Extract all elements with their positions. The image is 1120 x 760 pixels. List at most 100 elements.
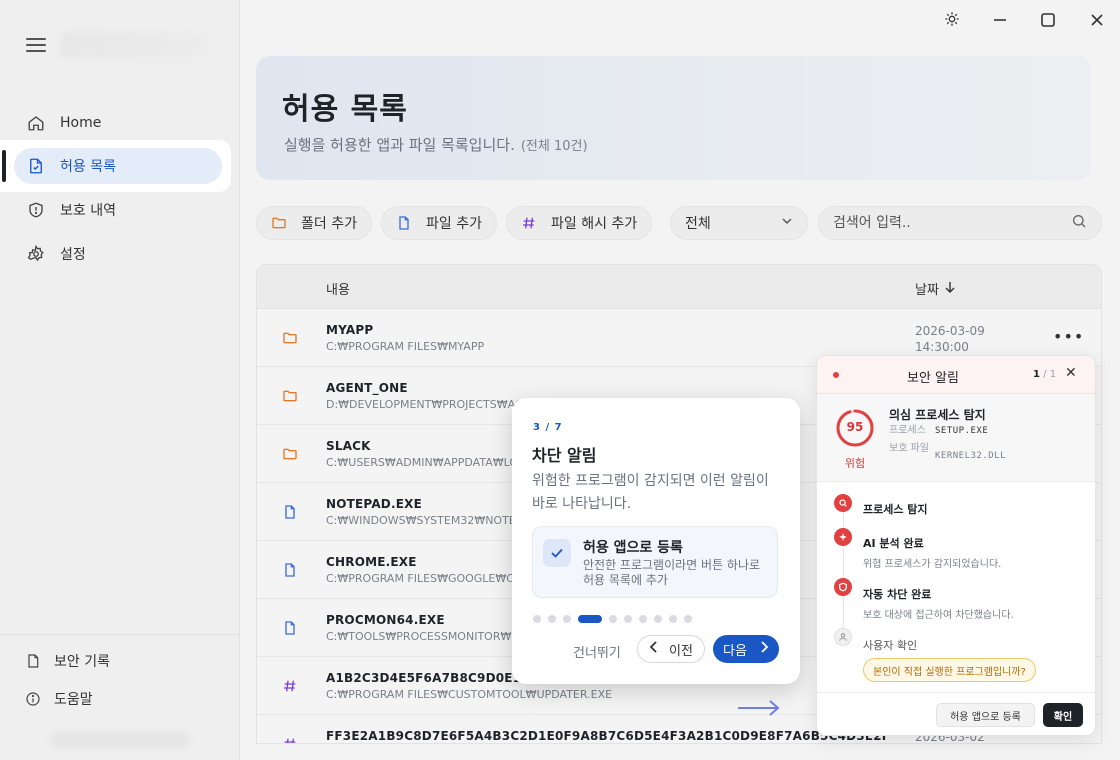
step-dot[interactable] (563, 615, 571, 623)
step-dot[interactable] (639, 615, 647, 623)
sidebar-item-home[interactable]: Home (14, 105, 222, 141)
hash-icon (521, 215, 537, 231)
filter-select[interactable]: 전체 (670, 206, 808, 240)
step-dot[interactable] (669, 615, 677, 623)
info-icon (24, 690, 42, 708)
minimize-button[interactable] (987, 8, 1013, 34)
sidebar-item-label: 설정 (60, 247, 86, 263)
step-dot[interactable] (533, 615, 541, 623)
sidebar: Home 허용 목록 보호 내역 설정 보안 기록 도움말 (0, 0, 240, 760)
sidebar-item-security-log[interactable]: 보안 기록 (14, 646, 222, 676)
sidebar-item-settings[interactable]: 설정 (14, 236, 222, 272)
process-key: 프로세스 (889, 425, 926, 436)
close-icon (1090, 12, 1104, 31)
previous-button[interactable]: 이전 (637, 635, 705, 663)
search-input[interactable] (833, 215, 1071, 231)
previous-label: 이전 (669, 643, 693, 659)
maximize-icon (1041, 12, 1055, 31)
step-dot[interactable] (548, 615, 556, 623)
security-alert-panel: 보안 알림 1 / 1 ✕ 95 위험 의심 프로세스 탐지 프로세스 SETU… (816, 355, 1096, 736)
folder-icon (281, 329, 299, 347)
hash-icon (281, 735, 299, 743)
add-hash-button[interactable]: 파일 해시 추가 (506, 206, 653, 240)
confirmation-question: 본인이 직접 실행한 프로그램입니까? (863, 658, 1036, 682)
alert-page-current: 1 (1033, 369, 1040, 380)
tooltip-description: 위험한 프로그램이 감지되면 이런 알림이 바로 나타납니다. (532, 473, 769, 512)
step-dot-active[interactable] (578, 615, 602, 623)
gear-icon (26, 244, 46, 264)
protected-file-key: 보호 파일 (889, 443, 929, 454)
sidebar-divider (0, 634, 240, 635)
search-icon (834, 494, 852, 512)
row-date-time: 14:30:00 (915, 340, 969, 354)
shield-icon (834, 578, 852, 596)
feature-card-description: 안전한 프로그램이라면 버튼 하나로 허용 목록에 추가 (583, 558, 761, 587)
register-allow-button[interactable]: 허용 앱으로 등록 (936, 703, 1035, 727)
alert-header: 보안 알림 1 / 1 ✕ (817, 356, 1095, 394)
sidebar-item-protection-history[interactable]: 보호 내역 (14, 192, 222, 228)
close-alert-icon[interactable]: ✕ (1065, 365, 1077, 381)
skip-button[interactable]: 건너뛰기 (573, 642, 621, 661)
sidebar-item-allowlist[interactable]: 허용 목록 (14, 148, 222, 184)
timeline-step-title: 자동 차단 완료 (863, 588, 932, 601)
close-window-button[interactable] (1084, 8, 1110, 34)
add-folder-button[interactable]: 폴더 추가 (256, 206, 372, 240)
app-logo (60, 32, 210, 58)
filter-value: 전체 (685, 216, 711, 232)
sidebar-footer (50, 732, 190, 748)
alert-title: 보안 알림 (907, 371, 959, 386)
file-check-icon (26, 156, 46, 176)
folder-icon (281, 387, 299, 405)
table-header: 내용 날짜 (257, 265, 1101, 309)
folder-icon (271, 215, 287, 231)
next-label: 다음 (723, 643, 747, 659)
feature-card-title: 허용 앱으로 등록 (583, 540, 683, 556)
theme-toggle-button[interactable] (939, 8, 965, 34)
row-name: CHROME.EXE (326, 555, 417, 569)
menu-icon[interactable] (26, 38, 46, 54)
row-name: NOTEPAD.EXE (326, 497, 422, 511)
search-box (818, 206, 1102, 240)
next-button[interactable]: 다음 (713, 635, 779, 663)
add-file-label: 파일 추가 (426, 216, 482, 232)
sidebar-item-label: 보호 내역 (60, 203, 116, 219)
maximize-button[interactable] (1035, 8, 1061, 34)
tooltip-title: 차단 알림 (532, 446, 597, 465)
step-dot[interactable] (654, 615, 662, 623)
risk-level: 위험 (844, 457, 866, 470)
add-file-button[interactable]: 파일 추가 (381, 206, 497, 240)
sidebar-item-help[interactable]: 도움말 (14, 684, 222, 714)
threat-summary: 95 위험 의심 프로세스 탐지 프로세스 SETUP.EXE 보호 파일 KE… (817, 394, 1095, 482)
confirm-button[interactable]: 확인 (1043, 703, 1083, 727)
timeline-step-description: 위협 프로세스가 감지되었습니다. (863, 559, 1002, 570)
protected-file-value: KERNEL32.DLL (935, 451, 1007, 461)
timeline-step-description: 보호 대상에 접근하여 차단했습니다. (863, 610, 1014, 621)
file-icon (396, 215, 412, 231)
step-dot[interactable] (609, 615, 617, 623)
more-options-icon[interactable]: ••• (1053, 327, 1084, 346)
sun-icon (944, 11, 960, 31)
step-dot[interactable] (624, 615, 632, 623)
add-hash-label: 파일 해시 추가 (551, 216, 638, 232)
row-path: C:₩PROGRAM FILES₩CUSTOMTOOL₩UPDATER.EXE (326, 688, 613, 701)
sidebar-item-label: Home (60, 115, 102, 131)
page-header: 허용 목록 실행을 허용한 앱과 파일 목록입니다. (전체 10건) (256, 56, 1091, 180)
row-name: FF3E2A1B9C8D7E6F5A4B3C2D1E0F9A8B7C6D5E4F… (326, 729, 891, 743)
chevron-down-icon (781, 215, 793, 231)
step-dots (533, 615, 692, 623)
row-name: SLACK (326, 439, 371, 453)
alert-footer: 허용 앱으로 등록 확인 (817, 692, 1095, 735)
chevron-left-icon (649, 641, 659, 657)
row-name: MYAPP (326, 323, 374, 337)
arrow-down-icon (945, 281, 955, 297)
timeline-step-title: 프로세스 탐지 (863, 503, 928, 516)
row-date: 2026-03-09 14:30:00 (915, 323, 985, 355)
search-icon[interactable] (1071, 213, 1087, 233)
chevron-right-icon (759, 641, 769, 657)
column-content: 내용 (326, 283, 350, 298)
page-subtitle: 실행을 허용한 앱과 파일 목록입니다. (전체 10건) (284, 134, 588, 155)
step-dot[interactable] (684, 615, 692, 623)
file-icon (281, 503, 299, 521)
sidebar-active-indicator (2, 150, 6, 182)
column-date-sort[interactable]: 날짜 (915, 279, 955, 298)
